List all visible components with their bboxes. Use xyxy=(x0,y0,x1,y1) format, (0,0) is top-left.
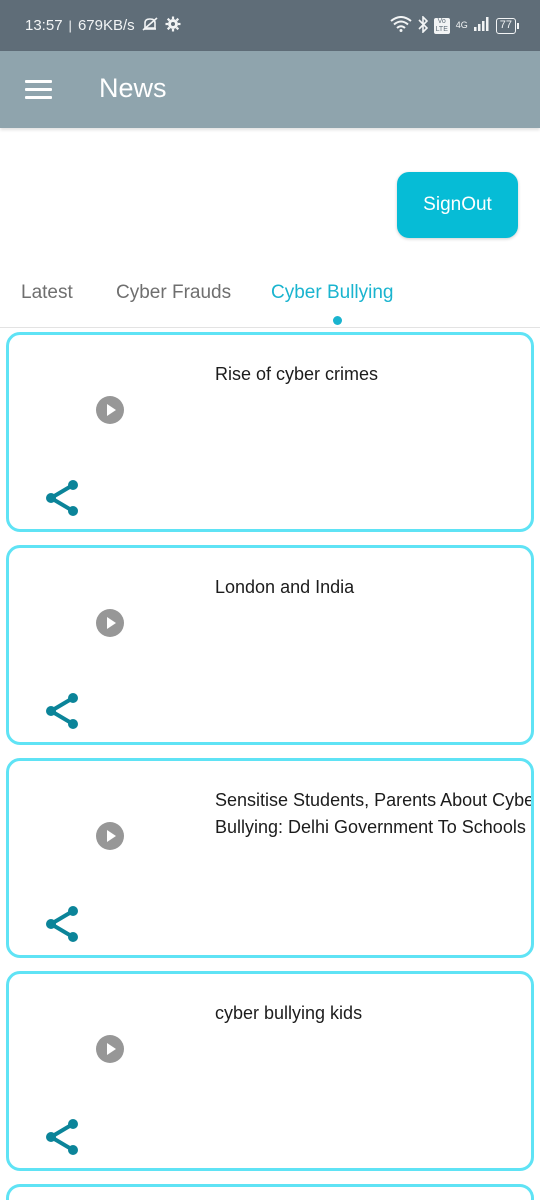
news-title: cyber bullying kids xyxy=(215,1000,531,1027)
status-right: Vo LTE 4G 77 xyxy=(390,14,520,36)
share-icon[interactable] xyxy=(43,690,83,732)
status-time: 13:57 xyxy=(25,17,63,34)
tab-cyber-frauds[interactable]: Cyber Frauds xyxy=(116,282,231,304)
play-icon[interactable] xyxy=(96,609,124,637)
tab-bar: Latest Cyber Frauds Cyber Bullying xyxy=(0,270,540,328)
news-card[interactable]: Sensitise Students, Parents About Cyber … xyxy=(6,758,534,958)
news-title: London and India xyxy=(215,574,531,601)
signout-button[interactable]: SignOut xyxy=(397,172,518,238)
news-card[interactable]: London and India xyxy=(6,545,534,745)
status-bar: 13:57 | 679KB/s Vo LTE 4G 77 xyxy=(0,0,540,51)
status-speed: 679KB/s xyxy=(77,17,135,34)
page-title: News xyxy=(99,73,167,103)
news-title-line: Sensitise Students, Parents About Cyber xyxy=(215,790,534,810)
tab-latest[interactable]: Latest xyxy=(21,282,73,304)
share-icon[interactable] xyxy=(43,477,83,519)
volte-icon: Vo LTE xyxy=(433,17,450,34)
wifi-icon xyxy=(390,16,412,35)
status-left: 13:57 | 679KB/s xyxy=(25,15,181,37)
battery-indicator: 77 xyxy=(495,17,520,34)
app-bar: News xyxy=(0,51,540,128)
share-icon[interactable] xyxy=(43,1116,83,1158)
news-title-line: London and India xyxy=(215,577,355,597)
active-tab-indicator xyxy=(333,316,342,325)
news-card-partial[interactable] xyxy=(6,1184,534,1200)
menu-icon[interactable] xyxy=(25,80,52,100)
news-title-line: Rise of cyber crimes xyxy=(215,364,379,384)
tab-cyber-bullying[interactable]: Cyber Bullying xyxy=(271,282,394,304)
bluetooth-icon xyxy=(418,14,428,36)
signal-icon xyxy=(473,17,490,34)
news-title: Rise of cyber crimes xyxy=(215,361,531,388)
news-card[interactable]: Rise of cyber crimes xyxy=(6,332,534,532)
news-title-line: Bullying: Delhi Government To Schools xyxy=(215,817,526,837)
settings-gear-icon xyxy=(165,16,181,36)
play-icon[interactable] xyxy=(96,1035,124,1063)
status-separator: | xyxy=(68,18,72,33)
share-icon[interactable] xyxy=(43,903,83,945)
play-icon[interactable] xyxy=(96,822,124,850)
play-icon[interactable] xyxy=(96,396,124,424)
news-card[interactable]: cyber bullying kids xyxy=(6,971,534,1171)
notifications-muted-icon xyxy=(141,15,159,37)
news-title-line: cyber bullying kids xyxy=(215,1003,363,1023)
news-title: Sensitise Students, Parents About Cyber … xyxy=(215,787,534,841)
network-type: 4G xyxy=(455,20,468,30)
